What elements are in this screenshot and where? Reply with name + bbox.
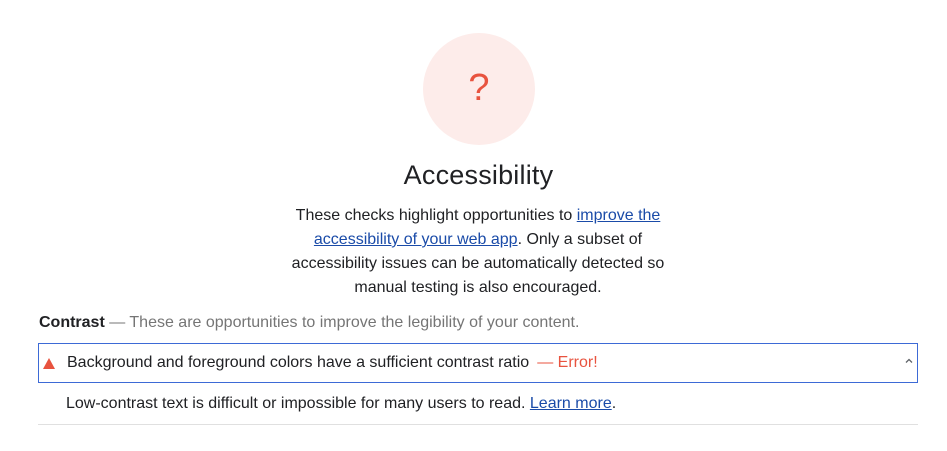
group-separator: —	[104, 314, 130, 331]
score-error-icon: ?	[468, 67, 490, 109]
audit-error-label: — Error!	[537, 354, 598, 371]
group-description: These are opportunities to improve the l…	[129, 314, 580, 331]
description-text: These checks highlight opportunities to	[295, 207, 577, 224]
lighthouse-report: ? Accessibility These checks highlight o…	[0, 0, 947, 451]
group-header: Contrast — These are opportunities to im…	[39, 313, 579, 333]
divider	[38, 424, 918, 425]
learn-more-link[interactable]: Learn more	[530, 395, 612, 412]
fail-triangle-icon	[43, 357, 55, 369]
audit-title: Background and foreground colors have a …	[67, 354, 530, 371]
group-title: Contrast	[39, 314, 105, 331]
audit-color-contrast[interactable]: Background and foreground colors have a …	[38, 343, 918, 383]
chevron-up-icon[interactable]	[904, 356, 914, 366]
audit-details-end: .	[611, 395, 617, 412]
category-description: These checks highlight opportunities to …	[284, 204, 672, 300]
audit-details-text: Low-contrast text is difficult or imposs…	[66, 395, 530, 412]
audit-details: Low-contrast text is difficult or imposs…	[66, 394, 616, 414]
score-gauge: ?	[423, 33, 535, 145]
category-title: Accessibility	[403, 160, 554, 190]
